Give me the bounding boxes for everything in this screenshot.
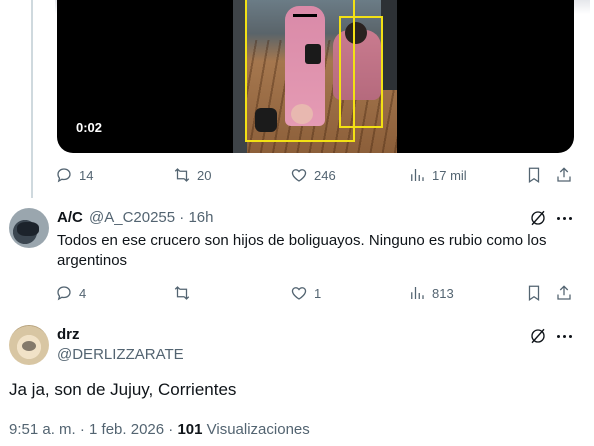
repost-button[interactable]: 20 (173, 166, 211, 184)
reply-button[interactable]: 4 (55, 284, 86, 302)
repost-count: 20 (197, 167, 212, 183)
views-count: 101 (177, 421, 203, 438)
handle-and-time[interactable]: @A_C20255 · 16h (89, 209, 213, 226)
bookmark-button[interactable] (525, 166, 543, 184)
post-text: Ja ja, son de Jujuy, Corrientes (9, 380, 237, 399)
bookmark-icon (528, 167, 540, 183)
views-count: 813 (432, 285, 454, 301)
more-icon[interactable] (555, 209, 573, 227)
thread-line (31, 0, 33, 198)
reply-icon (57, 286, 71, 301)
repost-icon (174, 286, 190, 300)
tweet-actions: 14 20 246 17 mil (55, 164, 575, 188)
views-label: Visualizaciones (202, 421, 310, 438)
reply-count: 4 (79, 285, 87, 301)
heart-icon (291, 287, 307, 300)
repost-button[interactable] (173, 284, 197, 302)
like-count: 1 (314, 285, 322, 301)
share-button[interactable] (555, 166, 573, 184)
reply-icon (57, 168, 71, 183)
avatar[interactable] (9, 325, 49, 365)
rail-right (381, 0, 397, 90)
share-icon (557, 285, 571, 300)
post-time[interactable]: 9:51 a. m. · 1 feb. 2026 · (9, 421, 177, 438)
video-timestamp: 0:02 (70, 118, 109, 137)
views-button[interactable]: 17 mil (408, 166, 467, 184)
bookmark-button[interactable] (525, 284, 543, 302)
views-button[interactable]: 813 (408, 284, 454, 302)
tweet-text: Todos en ese crucero son hijos de boligu… (57, 232, 547, 269)
grok-icon[interactable] (529, 327, 547, 345)
detection-box-secondary (339, 16, 383, 128)
post-meta: 9:51 a. m. · 1 feb. 2026 · 101 Visualiza… (9, 421, 310, 438)
reply-count: 14 (79, 167, 94, 183)
video-player[interactable]: 0:02 (57, 0, 574, 153)
display-name[interactable]: drz (57, 326, 80, 343)
share-icon (557, 167, 571, 182)
video-frame (233, 0, 397, 153)
grok-icon[interactable] (529, 209, 547, 227)
heart-icon (291, 169, 307, 182)
handle[interactable]: @DERLIZZARATE (57, 346, 184, 363)
like-count: 246 (314, 167, 336, 183)
reply-button[interactable]: 14 (55, 166, 93, 184)
like-button[interactable]: 1 (290, 284, 321, 302)
views-icon (411, 169, 424, 181)
reply-actions: 4 1 813 (55, 282, 575, 306)
display-name[interactable]: A/C (57, 209, 83, 226)
views-count: 17 mil (432, 167, 467, 183)
like-button[interactable]: 246 (290, 166, 336, 184)
more-icon[interactable] (555, 327, 573, 345)
repost-icon (174, 168, 190, 182)
share-button[interactable] (555, 284, 573, 302)
bookmark-icon (528, 285, 540, 301)
views-icon (411, 287, 424, 299)
avatar[interactable] (9, 208, 49, 248)
